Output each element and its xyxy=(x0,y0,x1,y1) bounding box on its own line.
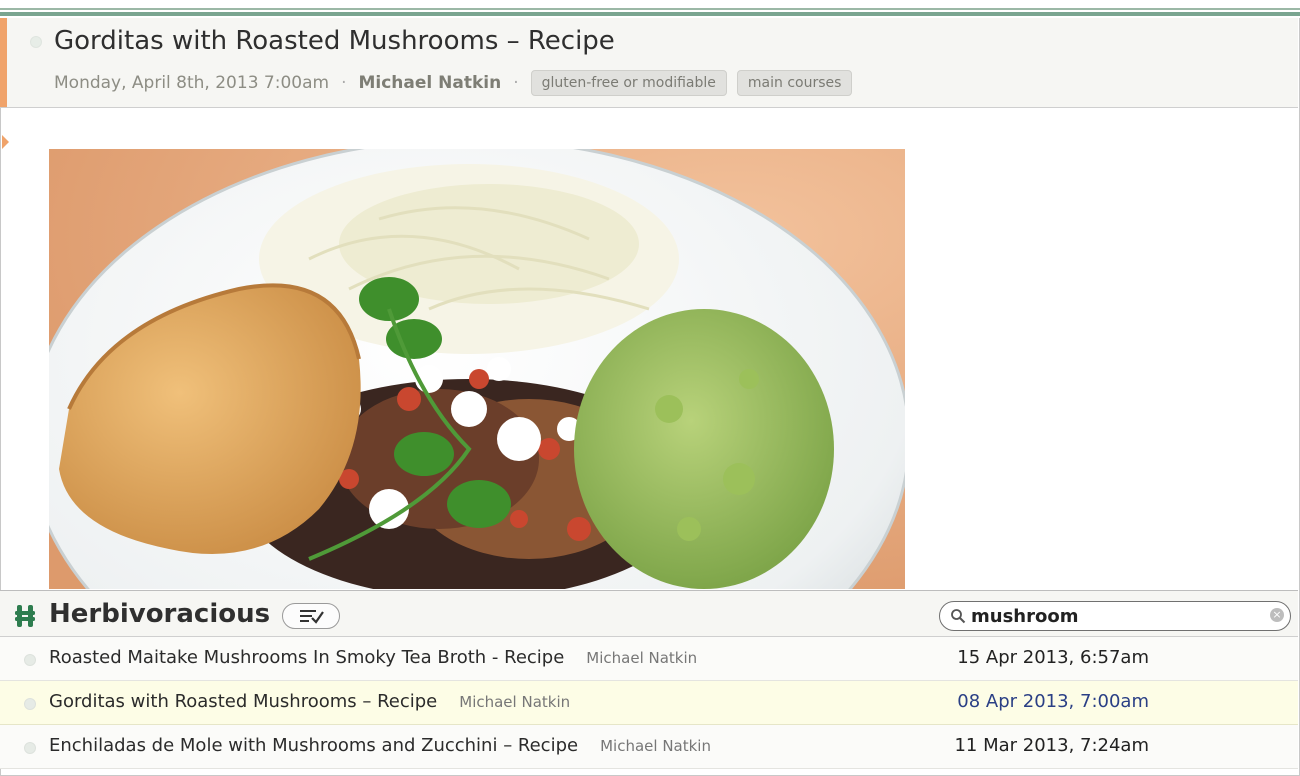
list-item[interactable]: Roasted Maitake Mushrooms In Smoky Tea B… xyxy=(0,637,1298,681)
food-photo xyxy=(49,149,905,589)
list-item-date: 08 Apr 2013, 7:00am xyxy=(957,691,1149,712)
article-title[interactable]: Gorditas with Roasted Mushrooms – Recipe xyxy=(54,26,615,56)
read-status-dot[interactable] xyxy=(30,36,42,48)
unread-dot xyxy=(24,742,36,754)
article-list: Roasted Maitake Mushrooms In Smoky Tea B… xyxy=(0,637,1298,769)
list-item-title: Roasted Maitake Mushrooms In Smoky Tea B… xyxy=(49,647,698,668)
search-input[interactable] xyxy=(971,604,1261,628)
unread-dot xyxy=(24,698,36,710)
reader-toolbar: Herbivoracious × xyxy=(0,590,1298,637)
food-photo-illustration xyxy=(49,149,905,589)
list-item-author: Michael Natkin xyxy=(586,649,698,667)
list-item-author: Michael Natkin xyxy=(600,737,711,755)
list-item[interactable]: Enchiladas de Mole with Mushrooms and Zu… xyxy=(0,725,1298,769)
tag-gluten-free[interactable]: gluten-free or modifiable xyxy=(530,70,727,96)
clear-search-icon[interactable]: × xyxy=(1270,608,1284,622)
mark-read-toggle-button[interactable] xyxy=(282,603,340,629)
list-item-date: 11 Mar 2013, 7:24am xyxy=(954,735,1149,756)
list-item-author: Michael Natkin xyxy=(459,693,571,711)
accent-bar xyxy=(0,18,7,107)
h-logo-icon xyxy=(15,605,35,627)
list-item-title: Enchiladas de Mole with Mushrooms and Zu… xyxy=(49,735,711,756)
side-arrow-icon xyxy=(2,135,9,149)
app-name: Herbivoracious xyxy=(49,599,271,629)
unread-dot xyxy=(24,654,36,666)
list-item-selected[interactable]: Gorditas with Roasted Mushrooms – Recipe… xyxy=(0,681,1298,725)
tag-main-courses[interactable]: main courses xyxy=(736,70,853,96)
search-box[interactable]: × xyxy=(939,601,1291,631)
list-item-date: 15 Apr 2013, 6:57am xyxy=(957,647,1149,668)
meta-separator: · xyxy=(341,73,347,93)
meta-separator: · xyxy=(513,73,519,93)
list-item-title: Gorditas with Roasted Mushrooms – Recipe… xyxy=(49,691,571,712)
list-check-icon xyxy=(300,610,324,624)
top-stripe xyxy=(0,0,1300,18)
article-date: Monday, April 8th, 2013 7:00am xyxy=(54,73,330,93)
article-author[interactable]: Michael Natkin xyxy=(358,73,501,93)
article-header: Gorditas with Roasted Mushrooms – Recipe… xyxy=(0,18,1298,108)
article-meta: Monday, April 8th, 2013 7:00am · Michael… xyxy=(54,70,853,96)
search-icon xyxy=(951,609,966,624)
